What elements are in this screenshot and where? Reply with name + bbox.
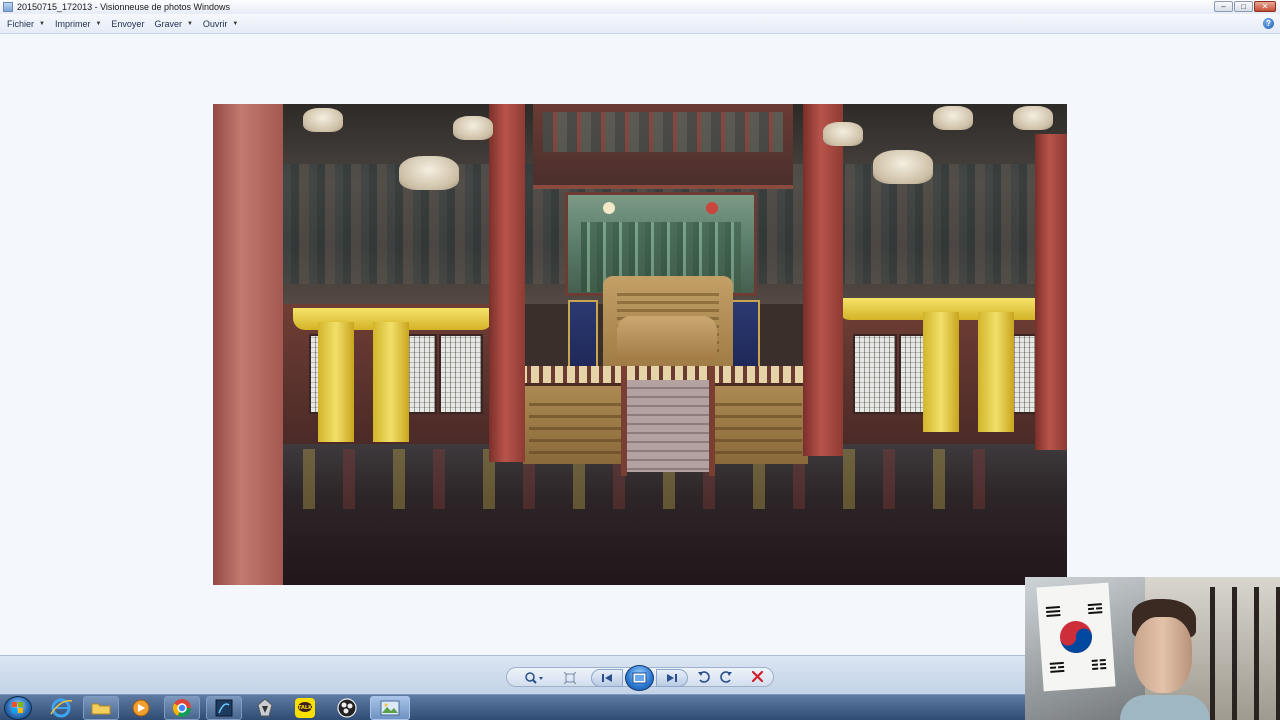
taskbar-app-icon[interactable] [206,696,242,720]
menu-fichier[interactable]: Fichier ▼ [2,19,50,29]
windows-logo-icon [12,702,23,713]
photo-blue-panel [730,300,760,368]
menu-imprimer[interactable]: Imprimer ▼ [50,19,106,29]
menu-label: Graver [154,18,182,29]
maximize-button[interactable]: □ [1234,1,1253,12]
minimize-button[interactable]: – [1214,1,1233,12]
photo-canopy-pattern [543,112,783,152]
photo-curtain [978,312,1014,432]
photo-pillar [213,104,283,585]
photo-window [439,334,483,414]
previous-icon[interactable] [591,669,623,687]
photo-lantern [453,116,493,140]
zoom-icon[interactable] [524,671,544,685]
taskbar-ie-icon[interactable] [44,697,78,719]
delete-icon[interactable] [751,670,764,683]
help-icon[interactable]: ? [1263,18,1274,29]
palace-throne-hall-photo [213,104,1067,585]
photo-lantern [1013,106,1053,130]
person-shirt [1120,695,1210,720]
photo-blue-panel [568,300,598,368]
photo-window [853,334,897,414]
menu-ouvrir[interactable]: Ouvrir ▼ [198,19,243,29]
photo-pillar [489,104,525,462]
photo-curtain [923,312,959,432]
taskbar-starcraft-icon[interactable] [248,697,282,719]
menu-bar: Fichier ▼ Imprimer ▼ Envoyer Graver ▼ Ouvri… [0,14,1280,34]
photo-lantern [873,150,933,184]
menu-label: Envoyer [111,18,145,29]
taskbar-kakaotalk-icon[interactable]: TALK [288,697,322,719]
taskbar-chrome-icon[interactable] [164,696,200,720]
window-controls: – □ ✕ [1214,1,1276,12]
photo-curtain [318,322,354,442]
actual-size-icon[interactable] [563,671,577,685]
photo-lantern [823,122,863,146]
slideshow-button[interactable] [625,665,654,691]
photo-lantern [399,156,459,190]
photo-pillar [803,104,843,456]
korean-flag [1036,582,1116,692]
menu-graver[interactable]: Graver ▼ [149,19,197,29]
start-button[interactable] [4,696,32,720]
menu-label: Imprimer [54,18,91,29]
menu-envoyer[interactable]: Envoyer [106,19,149,29]
taskbar-obs-icon[interactable] [330,697,364,719]
window-title: 20150715_172013 - Visionneuse de photos … [17,2,230,12]
rotate-right-icon[interactable] [719,670,733,684]
webcam-overlay [1025,577,1280,720]
chevron-down-icon: ▼ [232,20,239,27]
photo-stair-rail [709,366,715,476]
photo-curtain [373,322,409,442]
photo-lantern [933,106,973,130]
next-icon[interactable] [656,669,688,687]
person-face [1134,617,1192,693]
title-bar: 20150715_172013 - Visionneuse de photos … [0,0,1280,14]
svg-text:TALK: TALK [298,705,313,711]
taegeuk-icon [1045,603,1107,673]
photo-moon [706,202,718,214]
taskbar-photo-viewer-icon[interactable] [370,696,410,720]
photo-pillar [1035,134,1067,450]
taskbar-media-player-icon[interactable] [124,697,158,719]
photo-throne-seat [617,316,717,360]
menu-label: Fichier [7,18,35,29]
photo-lantern [303,108,343,132]
photo-viewer-icon [3,2,13,12]
close-button[interactable]: ✕ [1254,1,1276,12]
chevron-down-icon: ▼ [39,20,45,27]
taskbar-explorer-icon[interactable] [83,696,119,720]
photo-sun [603,202,615,214]
chevron-down-icon: ▼ [186,20,193,27]
chevron-down-icon: ▼ [95,20,102,27]
webcam-bunk-bed [1210,587,1280,720]
photo-stairs [627,380,711,472]
menu-label: Ouvrir [202,18,228,29]
webcam-person [1120,599,1210,720]
rotate-left-icon[interactable] [697,670,711,684]
photo-stair-rail [621,366,627,476]
